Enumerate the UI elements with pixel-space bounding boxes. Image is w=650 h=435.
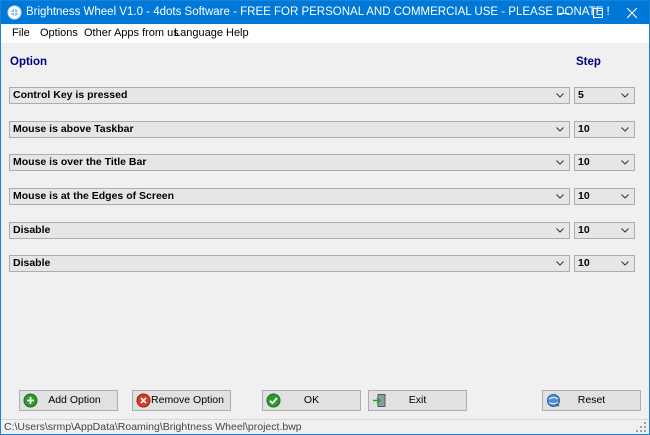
add-option-button[interactable]: Add Option xyxy=(19,390,118,411)
step-combo-1[interactable]: 5 xyxy=(574,87,635,104)
option-combo-5[interactable]: Disable xyxy=(9,222,570,239)
chevron-down-icon xyxy=(556,194,564,199)
step-column-header: Step xyxy=(576,56,601,68)
option-combo-2[interactable]: Mouse is above Taskbar xyxy=(9,121,570,138)
option-combo-value: Mouse is over the Title Bar xyxy=(13,156,147,168)
chevron-down-icon xyxy=(556,261,564,266)
close-button[interactable] xyxy=(615,1,649,24)
exit-button[interactable]: Exit xyxy=(368,390,467,411)
step-combo-value: 10 xyxy=(578,257,590,269)
step-combo-6[interactable]: 10 xyxy=(574,255,635,272)
remove-option-label: Remove Option xyxy=(151,394,224,406)
option-combo-value: Control Key is pressed xyxy=(13,89,128,101)
chevron-down-icon xyxy=(621,93,629,98)
chevron-down-icon xyxy=(556,228,564,233)
chevron-down-icon xyxy=(621,228,629,233)
menu-other-apps[interactable]: Other Apps from us xyxy=(84,27,179,39)
option-combo-4[interactable]: Mouse is at the Edges of Screen xyxy=(9,188,570,205)
reset-button[interactable]: Reset xyxy=(542,390,641,411)
step-combo-3[interactable]: 10 xyxy=(574,154,635,171)
chevron-down-icon xyxy=(621,127,629,132)
option-combo-value: Disable xyxy=(13,257,51,269)
close-icon xyxy=(627,7,637,18)
step-combo-value: 10 xyxy=(578,224,590,236)
step-combo-value: 10 xyxy=(578,123,590,135)
minimize-icon xyxy=(559,12,569,14)
chevron-down-icon xyxy=(556,160,564,165)
chevron-down-icon xyxy=(556,93,564,98)
menu-help[interactable]: Help xyxy=(226,27,249,39)
reset-label: Reset xyxy=(577,394,606,406)
minimize-button[interactable] xyxy=(547,1,581,24)
menu-bar: File Options Other Apps from us Language… xyxy=(1,24,649,43)
chevron-down-icon xyxy=(621,160,629,165)
window-title: Brightness Wheel V1.0 - 4dots Software -… xyxy=(26,6,610,18)
step-combo-value: 5 xyxy=(578,89,584,101)
chevron-down-icon xyxy=(621,261,629,266)
maximize-button[interactable] xyxy=(581,1,615,24)
option-combo-value: Mouse is above Taskbar xyxy=(13,123,134,135)
app-window: Brightness Wheel V1.0 - 4dots Software -… xyxy=(0,0,650,435)
option-combo-1[interactable]: Control Key is pressed xyxy=(9,87,570,104)
chevron-down-icon xyxy=(556,127,564,132)
step-combo-2[interactable]: 10 xyxy=(574,121,635,138)
menu-file[interactable]: File xyxy=(12,27,30,39)
step-combo-value: 10 xyxy=(578,190,590,202)
step-combo-5[interactable]: 10 xyxy=(574,222,635,239)
option-combo-3[interactable]: Mouse is over the Title Bar xyxy=(9,154,570,171)
resize-grip-icon[interactable] xyxy=(636,422,647,433)
maximize-icon xyxy=(593,7,603,18)
menu-options[interactable]: Options xyxy=(40,27,78,39)
option-combo-value: Disable xyxy=(13,224,51,236)
status-bar: C:\Users\srmp\AppData\Roaming\Brightness… xyxy=(1,419,649,434)
ok-button[interactable]: OK xyxy=(262,390,361,411)
step-combo-value: 10 xyxy=(578,156,590,168)
add-option-label: Add Option xyxy=(48,394,101,406)
ok-label: OK xyxy=(303,394,320,406)
option-combo-value: Mouse is at the Edges of Screen xyxy=(13,190,175,202)
title-bar[interactable]: Brightness Wheel V1.0 - 4dots Software -… xyxy=(1,1,649,24)
menu-language[interactable]: Language xyxy=(174,27,223,39)
option-column-header: Option xyxy=(10,56,48,68)
option-combo-6[interactable]: Disable xyxy=(9,255,570,272)
app-icon xyxy=(7,5,22,20)
remove-option-button[interactable]: Remove Option xyxy=(132,390,231,411)
exit-label: Exit xyxy=(408,394,427,406)
chevron-down-icon xyxy=(621,194,629,199)
step-combo-4[interactable]: 10 xyxy=(574,188,635,205)
project-path: C:\Users\srmp\AppData\Roaming\Brightness… xyxy=(4,421,302,433)
